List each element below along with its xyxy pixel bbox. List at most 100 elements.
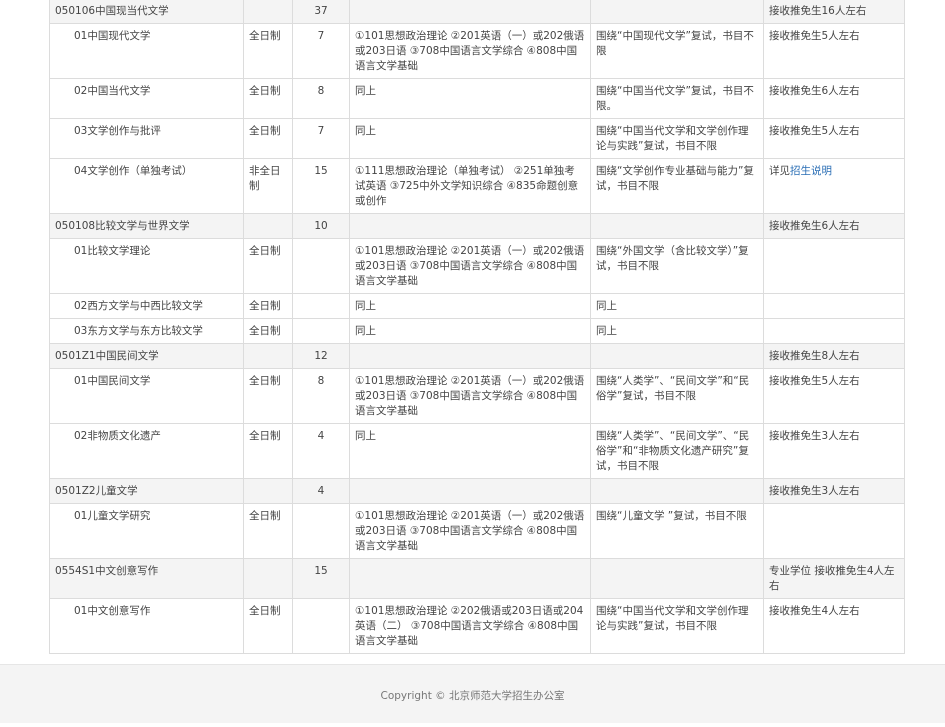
cell-mode [243, 478, 293, 504]
cell-note: 接收推免生8人左右 [763, 343, 905, 369]
cell-name: 02西方文学与中西比较文学 [49, 293, 244, 319]
cell-note [763, 238, 905, 294]
cell-retest: 围绕“文学创作专业基础与能力”复试，书目不限 [590, 158, 764, 214]
cell-exam-subjects: 同上 [349, 318, 591, 344]
cell-mode [243, 213, 293, 239]
cell-note: 接收推免生6人左右 [763, 213, 905, 239]
cell-note: 接收推免生5人左右 [763, 118, 905, 159]
cell-retest [590, 0, 764, 24]
admission-guide-link[interactable]: 招生说明 [790, 165, 832, 177]
cell-name: 050108比较文学与世界文学 [49, 213, 244, 239]
cell-exam-subjects [349, 558, 591, 599]
cell-mode: 非全日制 [243, 158, 293, 214]
cell-exam-subjects: 同上 [349, 78, 591, 119]
cell-exam-subjects: ①101思想政治理论 ②201英语（一）或202俄语或203日语 ③708中国语… [349, 503, 591, 559]
cell-note: 详见招生说明 [763, 158, 905, 214]
cell-note: 接收推免生5人左右 [763, 368, 905, 424]
cell-name: 01中国现代文学 [49, 23, 244, 79]
footer: Copyright © 北京师范大学招生办公室 [0, 664, 945, 723]
cell-count: 15 [292, 558, 350, 599]
cell-count [292, 503, 350, 559]
cell-count: 8 [292, 78, 350, 119]
cell-mode: 全日制 [243, 118, 293, 159]
cell-exam-subjects [349, 478, 591, 504]
direction-row: 02西方文学与中西比较文学 全日制 同上 同上 [49, 293, 905, 319]
major-row: 0501Z2儿童文学 4 接收推免生3人左右 [49, 478, 905, 504]
program-table: 050106中国现当代文学 37 接收推免生16人左右 01中国现代文学 全日制 7 ①10… [49, 0, 905, 654]
cell-mode: 全日制 [243, 318, 293, 344]
cell-exam-subjects: ①101思想政治理论 ②201英语（一）或202俄语或203日语 ③708中国语… [349, 23, 591, 79]
direction-row: 01中国现代文学 全日制 7 ①101思想政治理论 ②201英语（一）或202俄语或2… [49, 23, 905, 79]
program-table-body: 050106中国现当代文学 37 接收推免生16人左右 01中国现代文学 全日制 7 ①10… [49, 0, 905, 654]
cell-name: 0501Z2儿童文学 [49, 478, 244, 504]
cell-mode [243, 558, 293, 599]
cell-note: 接收推免生6人左右 [763, 78, 905, 119]
major-row: 0554S1中文创意写作 15 专业学位 接收推免生4人左右 [49, 558, 905, 599]
direction-row: 03文学创作与批评 全日制 7 同上 围绕“中国当代文学和文学创作理论与实践”复试，书目… [49, 118, 905, 159]
direction-row: 01中国民间文学 全日制 8 ①101思想政治理论 ②201英语（一）或202俄语或2… [49, 368, 905, 424]
cell-count: 15 [292, 158, 350, 214]
cell-exam-subjects [349, 0, 591, 24]
note-prefix: 详见 [769, 165, 790, 177]
cell-name: 01儿童文学研究 [49, 503, 244, 559]
cell-exam-subjects [349, 343, 591, 369]
cell-name: 0554S1中文创意写作 [49, 558, 244, 599]
cell-name: 0501Z1中国民间文学 [49, 343, 244, 369]
cell-exam-subjects: 同上 [349, 118, 591, 159]
cell-note: 专业学位 接收推免生4人左右 [763, 558, 905, 599]
copyright-text: Copyright © 北京师范大学招生办公室 [380, 690, 565, 702]
cell-mode: 全日制 [243, 238, 293, 294]
cell-mode: 全日制 [243, 368, 293, 424]
cell-count: 4 [292, 478, 350, 504]
cell-exam-subjects: 同上 [349, 423, 591, 479]
cell-mode: 全日制 [243, 503, 293, 559]
cell-mode: 全日制 [243, 423, 293, 479]
major-row: 050106中国现当代文学 37 接收推免生16人左右 [49, 0, 905, 24]
cell-note [763, 318, 905, 344]
cell-mode: 全日制 [243, 293, 293, 319]
cell-count: 7 [292, 23, 350, 79]
cell-note: 接收推免生3人左右 [763, 478, 905, 504]
cell-note: 接收推免生3人左右 [763, 423, 905, 479]
cell-exam-subjects: ①111思想政治理论（单独考试） ②251单独考试英语 ③725中外文学知识综合… [349, 158, 591, 214]
cell-note [763, 293, 905, 319]
cell-retest: 围绕“中国当代文学”复试，书目不限。 [590, 78, 764, 119]
direction-row: 03东方文学与东方比较文学 全日制 同上 同上 [49, 318, 905, 344]
cell-retest: 围绕“人类学”、“民间文学”、“民俗学”和“非物质文化遗产研究”复试，书目不限 [590, 423, 764, 479]
cell-count [292, 318, 350, 344]
cell-exam-subjects [349, 213, 591, 239]
cell-retest: 同上 [590, 318, 764, 344]
cell-retest: 同上 [590, 293, 764, 319]
cell-name: 02非物质文化遗产 [49, 423, 244, 479]
cell-mode: 全日制 [243, 598, 293, 654]
cell-note [763, 503, 905, 559]
cell-name: 01中国民间文学 [49, 368, 244, 424]
cell-name: 02中国当代文学 [49, 78, 244, 119]
cell-exam-subjects: ①101思想政治理论 ②202俄语或203日语或204英语（二） ③708中国语… [349, 598, 591, 654]
cell-count: 10 [292, 213, 350, 239]
cell-mode [243, 343, 293, 369]
page: 050106中国现当代文学 37 接收推免生16人左右 01中国现代文学 全日制 7 ①10… [0, 0, 945, 723]
cell-name: 03东方文学与东方比较文学 [49, 318, 244, 344]
cell-retest: 围绕“儿童文学 ”复试，书目不限 [590, 503, 764, 559]
cell-count [292, 293, 350, 319]
cell-count: 8 [292, 368, 350, 424]
cell-retest: 围绕“中国当代文学和文学创作理论与实践”复试，书目不限 [590, 118, 764, 159]
direction-row: 01比较文学理论 全日制 ①101思想政治理论 ②201英语（一）或202俄语或20… [49, 238, 905, 294]
direction-row: 01儿童文学研究 全日制 ①101思想政治理论 ②201英语（一）或202俄语或20… [49, 503, 905, 559]
cell-retest: 围绕“中国当代文学和文学创作理论与实践”复试，书目不限 [590, 598, 764, 654]
cell-mode [243, 0, 293, 24]
cell-count: 7 [292, 118, 350, 159]
cell-name: 050106中国现当代文学 [49, 0, 244, 24]
direction-row: 04文学创作（单独考试） 非全日制 15 ①111思想政治理论（单独考试） ②251单… [49, 158, 905, 214]
cell-mode: 全日制 [243, 23, 293, 79]
cell-name: 03文学创作与批评 [49, 118, 244, 159]
cell-exam-subjects: ①101思想政治理论 ②201英语（一）或202俄语或203日语 ③708中国语… [349, 368, 591, 424]
cell-retest: 围绕“人类学”、“民间文学”和“民俗学”复试，书目不限 [590, 368, 764, 424]
cell-exam-subjects: 同上 [349, 293, 591, 319]
cell-count: 4 [292, 423, 350, 479]
cell-note: 接收推免生5人左右 [763, 23, 905, 79]
cell-retest [590, 558, 764, 599]
cell-retest [590, 343, 764, 369]
cell-count: 37 [292, 0, 350, 24]
